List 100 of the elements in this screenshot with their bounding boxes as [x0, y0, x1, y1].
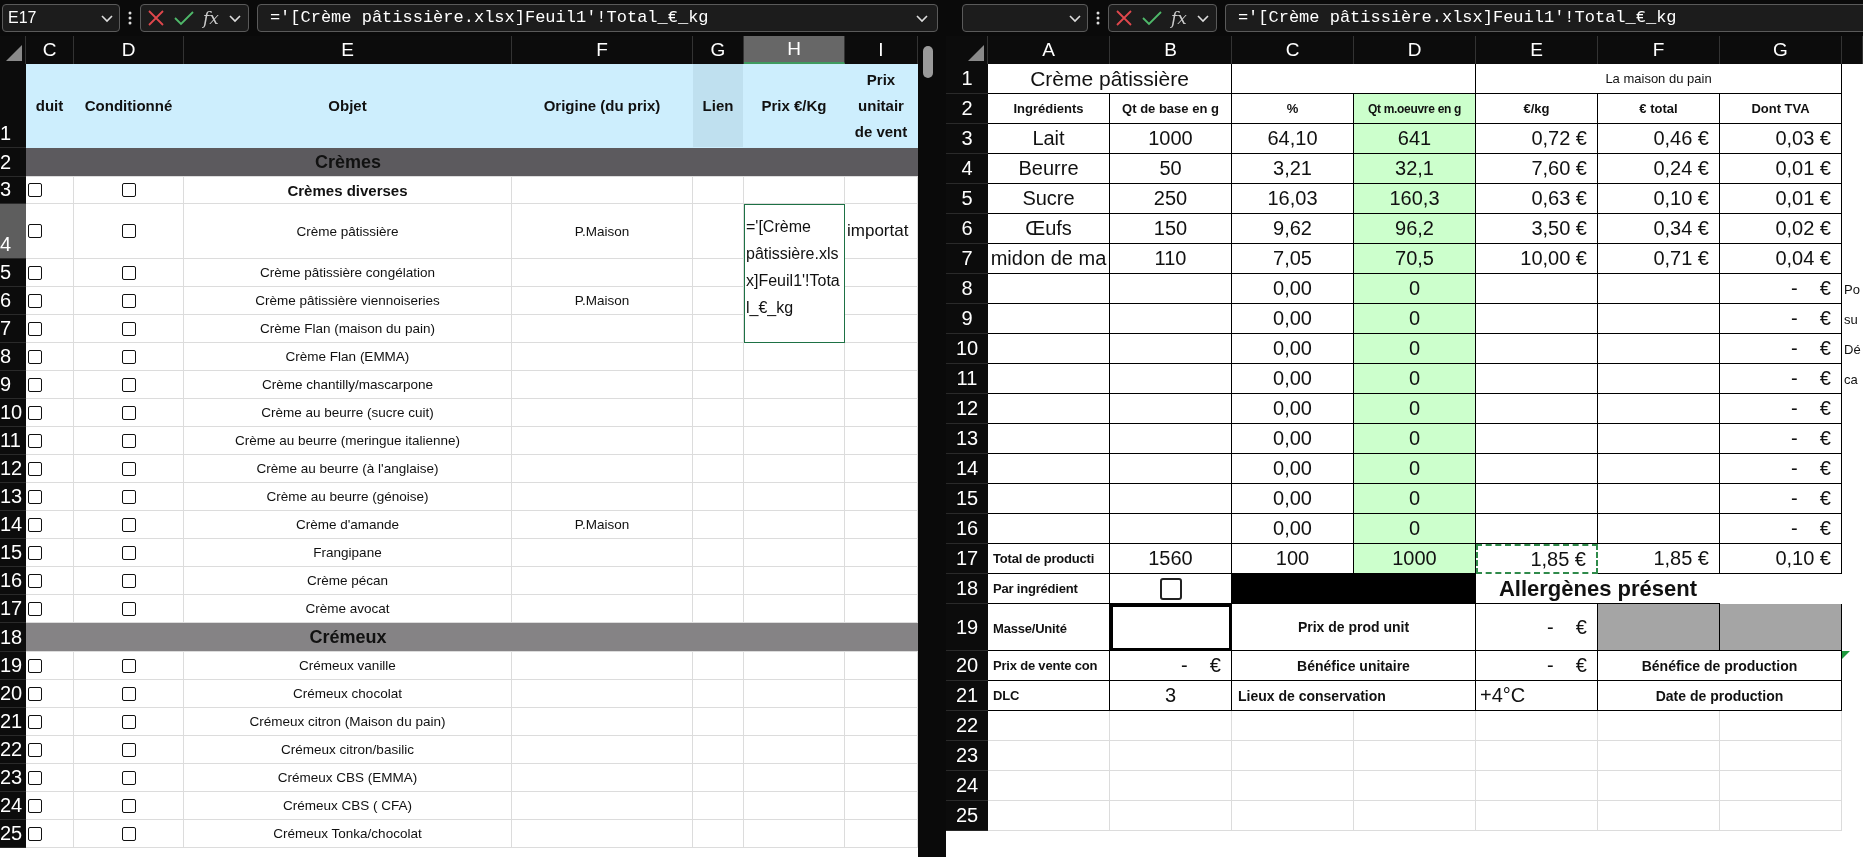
- checkbox[interactable]: [121, 545, 136, 560]
- row-header[interactable]: 11: [946, 364, 988, 394]
- insert-function-button[interactable]: fx: [203, 7, 219, 28]
- checkbox[interactable]: [28, 489, 42, 504]
- row-header[interactable]: 19: [946, 604, 988, 651]
- checkbox[interactable]: [28, 265, 42, 280]
- row-header[interactable]: 6: [0, 287, 26, 315]
- row-header[interactable]: 13: [946, 424, 988, 454]
- row-header[interactable]: 4: [0, 204, 26, 259]
- row-header[interactable]: 16: [946, 514, 988, 544]
- row-header[interactable]: 2: [0, 148, 26, 177]
- select-all-icon[interactable]: [968, 45, 984, 61]
- checkbox[interactable]: [28, 293, 42, 308]
- row-header[interactable]: 18: [0, 623, 26, 652]
- cancel-icon[interactable]: [1115, 8, 1133, 27]
- row-header[interactable]: 10: [946, 334, 988, 364]
- row-header[interactable]: 14: [946, 454, 988, 484]
- checkbox[interactable]: [28, 349, 42, 364]
- row-header[interactable]: 9: [0, 371, 26, 399]
- checkbox[interactable]: [121, 321, 136, 336]
- checkbox[interactable]: [121, 742, 136, 757]
- checkbox[interactable]: [28, 433, 42, 448]
- scrollbar-thumb[interactable]: [923, 46, 933, 78]
- checkbox[interactable]: [28, 658, 42, 673]
- formula-field[interactable]: ='[Crème pâtissière.xlsx]Feuil1'!Total_€_kg: [1224, 3, 1863, 32]
- row-header[interactable]: 21: [946, 681, 988, 711]
- more-icon[interactable]: [1096, 9, 1100, 26]
- checkbox[interactable]: [121, 658, 136, 673]
- column-header[interactable]: H: [744, 36, 845, 64]
- row-header[interactable]: 19: [0, 652, 26, 680]
- row-header[interactable]: 22: [946, 711, 988, 741]
- checkbox[interactable]: [28, 686, 42, 701]
- checkbox[interactable]: [121, 293, 136, 308]
- row-header[interactable]: 15: [946, 484, 988, 514]
- row-header[interactable]: 17: [0, 595, 26, 623]
- checkbox[interactable]: [28, 714, 42, 729]
- checkbox[interactable]: [28, 517, 42, 532]
- row-header[interactable]: 25: [0, 820, 26, 848]
- row-header[interactable]: 3: [946, 124, 988, 154]
- checkbox[interactable]: [28, 405, 42, 420]
- checkbox[interactable]: [121, 601, 136, 616]
- checkbox[interactable]: [121, 517, 136, 532]
- row-header[interactable]: 24: [946, 771, 988, 801]
- checkbox[interactable]: [28, 798, 42, 813]
- row-header[interactable]: 22: [0, 736, 26, 764]
- row-header[interactable]: 5: [946, 184, 988, 214]
- checkbox[interactable]: [28, 826, 42, 841]
- check-icon[interactable]: [174, 9, 194, 26]
- checkbox[interactable]: [28, 742, 42, 757]
- checkbox[interactable]: [121, 489, 136, 504]
- checkbox[interactable]: [28, 770, 42, 785]
- row-header[interactable]: 1: [946, 64, 988, 94]
- row-header[interactable]: 16: [0, 567, 26, 595]
- checkbox[interactable]: [121, 573, 136, 588]
- checkbox[interactable]: [121, 686, 136, 701]
- row-header[interactable]: 17: [946, 544, 988, 574]
- select-all-icon[interactable]: [6, 45, 22, 61]
- row-header[interactable]: 12: [0, 455, 26, 483]
- row-header[interactable]: 23: [946, 741, 988, 771]
- checkbox[interactable]: [121, 798, 136, 813]
- row-header[interactable]: 18: [946, 574, 988, 604]
- row-header[interactable]: 7: [0, 315, 26, 343]
- name-box[interactable]: E17: [2, 3, 120, 32]
- row-header[interactable]: 13: [0, 483, 26, 511]
- checkbox[interactable]: [121, 714, 136, 729]
- checkbox[interactable]: [121, 461, 136, 476]
- checkbox[interactable]: [121, 377, 136, 392]
- insert-function-button[interactable]: fx: [1171, 7, 1187, 28]
- row-header[interactable]: 9: [946, 304, 988, 334]
- row-header[interactable]: 24: [0, 792, 26, 820]
- row-header[interactable]: 20: [0, 680, 26, 708]
- row-header[interactable]: 23: [0, 764, 26, 792]
- more-icon[interactable]: [128, 9, 132, 26]
- cancel-icon[interactable]: [147, 8, 165, 27]
- formula-field[interactable]: ='[Crème pâtissière.xlsx]Feuil1'!Total_€_kg: [256, 3, 938, 32]
- row-header[interactable]: 8: [0, 343, 26, 371]
- check-icon[interactable]: [1142, 9, 1162, 26]
- row-header[interactable]: 15: [0, 539, 26, 567]
- bordered-cell[interactable]: [1110, 604, 1232, 651]
- checkbox[interactable]: [121, 183, 136, 197]
- row-header[interactable]: 11: [0, 427, 26, 455]
- checkbox[interactable]: [28, 573, 42, 588]
- checkbox[interactable]: [121, 826, 136, 841]
- checkbox[interactable]: [121, 405, 136, 420]
- checkbox[interactable]: [121, 433, 136, 448]
- row-header[interactable]: 1: [0, 64, 26, 148]
- row-header[interactable]: 21: [0, 708, 26, 736]
- row-header[interactable]: 5: [0, 259, 26, 287]
- row-header[interactable]: 8: [946, 274, 988, 304]
- row-header[interactable]: 7: [946, 244, 988, 274]
- row-header[interactable]: 20: [946, 651, 988, 681]
- row-header[interactable]: 10: [0, 399, 26, 427]
- row-header[interactable]: 12: [946, 394, 988, 424]
- checkbox[interactable]: [121, 770, 136, 785]
- checkbox[interactable]: [28, 545, 42, 560]
- checkbox[interactable]: [28, 183, 42, 197]
- row-header[interactable]: 2: [946, 94, 988, 124]
- row-header[interactable]: 4: [946, 154, 988, 184]
- checkbox[interactable]: [28, 461, 42, 476]
- row-header[interactable]: 3: [0, 177, 26, 204]
